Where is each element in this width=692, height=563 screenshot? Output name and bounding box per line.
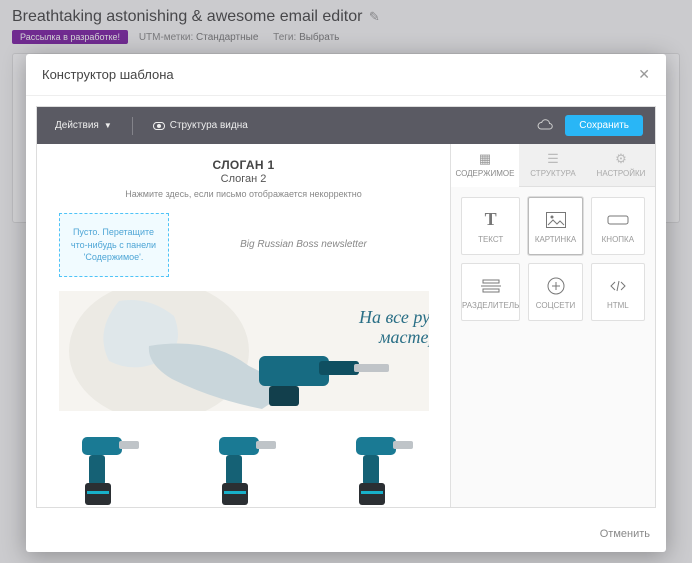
block-label: КНОПКА bbox=[602, 235, 634, 244]
chevron-down-icon: ▼ bbox=[104, 121, 112, 130]
product-row bbox=[59, 425, 429, 507]
hero-text-2: мастер! bbox=[378, 327, 429, 347]
cancel-button[interactable]: Отменить bbox=[600, 528, 650, 540]
block-label: ТЕКСТ bbox=[478, 235, 503, 244]
product-image[interactable] bbox=[67, 425, 147, 507]
canvas[interactable]: СЛОГАН 1 Слоган 2 Нажмите здесь, если пи… bbox=[37, 144, 450, 507]
structure-toggle[interactable]: Структура видна bbox=[147, 117, 254, 134]
grid-icon: ▦ bbox=[453, 151, 517, 167]
structure-label: Структура видна bbox=[170, 120, 248, 131]
html-icon bbox=[608, 275, 628, 297]
block-text[interactable]: T ТЕКСТ bbox=[461, 197, 520, 255]
tab-content[interactable]: ▦ СОДЕРЖИМОЕ bbox=[451, 144, 519, 187]
block-divider[interactable]: РАЗДЕЛИТЕЛЬ bbox=[461, 263, 520, 321]
modal-title: Конструктор шаблона bbox=[42, 67, 174, 82]
tab-settings[interactable]: ⚙ НАСТРОЙКИ bbox=[587, 144, 655, 186]
tab-structure[interactable]: ☰ СТРУКТУРА bbox=[519, 144, 587, 186]
modal: Конструктор шаблона ✕ Действия ▼ Структу… bbox=[26, 54, 666, 552]
dropzone[interactable]: Пусто. Перетащите что-нибудь с панели 'С… bbox=[59, 213, 169, 277]
eye-icon bbox=[153, 122, 165, 130]
tab-label: СТРУКТУРА bbox=[530, 169, 575, 178]
editor-toolbar: Действия ▼ Структура видна Сохранить bbox=[37, 107, 655, 144]
block-html[interactable]: HTML bbox=[591, 263, 645, 321]
hero-text-1: На все руки bbox=[358, 307, 429, 327]
modal-footer: Отменить bbox=[26, 518, 666, 552]
sidebar: ▦ СОДЕРЖИМОЕ ☰ СТРУКТУРА ⚙ НАСТРОЙКИ T ТЕКСТ… bbox=[450, 144, 655, 507]
modal-overlay: Конструктор шаблона ✕ Действия ▼ Структу… bbox=[0, 0, 692, 563]
sidebar-tabs: ▦ СОДЕРЖИМОЕ ☰ СТРУКТУРА ⚙ НАСТРОЙКИ bbox=[451, 144, 655, 187]
block-button[interactable]: КНОПКА bbox=[591, 197, 645, 255]
close-icon[interactable]: ✕ bbox=[638, 66, 650, 83]
cloud-icon bbox=[537, 119, 553, 133]
tab-label: НАСТРОЙКИ bbox=[597, 169, 646, 178]
divider-icon bbox=[480, 275, 502, 297]
block-image[interactable]: КАРТИНКА bbox=[528, 197, 582, 255]
editor-frame: Действия ▼ Структура видна Сохранить bbox=[36, 106, 656, 508]
product-image[interactable] bbox=[341, 425, 421, 507]
text-icon: T bbox=[485, 209, 497, 231]
save-button[interactable]: Сохранить bbox=[565, 115, 643, 136]
actions-dropdown[interactable]: Действия ▼ bbox=[49, 117, 118, 134]
actions-label: Действия bbox=[55, 120, 99, 131]
tab-label: СОДЕРЖИМОЕ bbox=[455, 169, 514, 178]
product-image[interactable] bbox=[204, 425, 284, 507]
block-label: КАРТИНКА bbox=[535, 235, 576, 244]
block-label: СОЦСЕТИ bbox=[536, 301, 576, 310]
slogan-1[interactable]: СЛОГАН 1 bbox=[59, 158, 429, 172]
view-online-link[interactable]: Нажмите здесь, если письмо отображается … bbox=[59, 189, 429, 199]
button-icon bbox=[607, 209, 629, 231]
block-label: РАЗДЕЛИТЕЛЬ bbox=[462, 301, 519, 310]
block-social[interactable]: СОЦСЕТИ bbox=[528, 263, 582, 321]
slogan-2[interactable]: Слоган 2 bbox=[59, 173, 429, 185]
image-icon bbox=[546, 209, 566, 231]
block-label: HTML bbox=[607, 301, 629, 310]
hero-image[interactable]: На все руки мастер! bbox=[59, 291, 429, 411]
modal-header: Конструктор шаблона ✕ bbox=[26, 54, 666, 96]
toolbar-divider bbox=[132, 117, 133, 135]
newsletter-title[interactable]: Big Russian Boss newsletter bbox=[179, 239, 429, 250]
layers-icon: ☰ bbox=[521, 151, 585, 167]
social-icon bbox=[547, 275, 565, 297]
blocks-grid: T ТЕКСТ КАРТИНКА КНОПКА РАЗДЕЛИТЕЛЬ СОЦСЕ… bbox=[451, 187, 655, 331]
sliders-icon: ⚙ bbox=[589, 151, 653, 167]
